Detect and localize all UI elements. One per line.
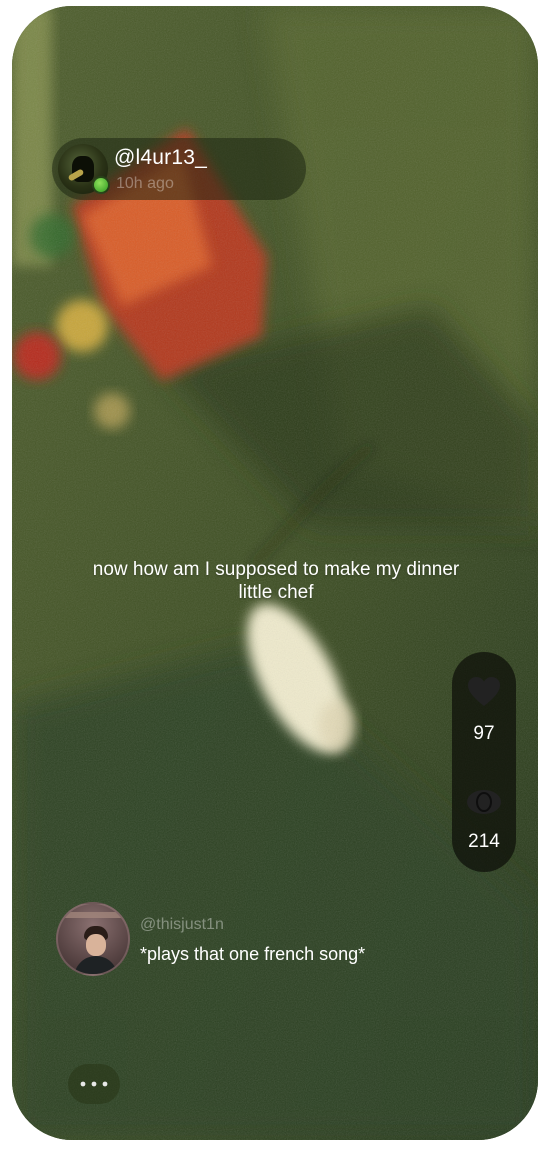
- author-username[interactable]: @l4ur13_: [114, 146, 207, 170]
- stats-panel: 97 214: [452, 652, 516, 872]
- likes-count: 97: [473, 723, 495, 744]
- ellipsis-icon: [80, 1081, 108, 1087]
- heart-icon[interactable]: [466, 674, 502, 710]
- commenter-avatar[interactable]: [56, 902, 130, 976]
- post-caption: now how am I supposed to make my dinner …: [52, 558, 500, 604]
- commenter-username[interactable]: @thisjust1n: [140, 916, 224, 934]
- comment-text: *plays that one french song*: [140, 944, 366, 964]
- views-count: 214: [468, 831, 500, 852]
- post-card: @l4ur13_ 10h ago now how am I supposed t…: [12, 6, 538, 1140]
- caption-line-2: little chef: [238, 582, 314, 603]
- top-comment[interactable]: @thisjust1n *plays that one french song*: [54, 900, 494, 980]
- post-timestamp: 10h ago: [116, 175, 174, 192]
- caption-line-1: now how am I supposed to make my dinner: [92, 559, 460, 580]
- eye-icon[interactable]: [466, 784, 502, 820]
- post-header[interactable]: @l4ur13_ 10h ago: [52, 138, 306, 200]
- more-options-button[interactable]: [68, 1064, 120, 1104]
- online-status-dot: [92, 176, 110, 194]
